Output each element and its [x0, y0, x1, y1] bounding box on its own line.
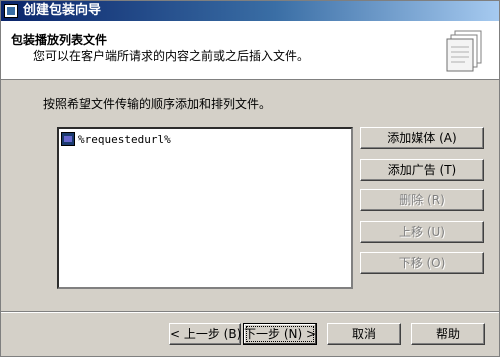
- file-list[interactable]: %requestedurl%: [57, 127, 353, 289]
- move-down-button[interactable]: 下移 (O): [360, 252, 484, 274]
- page-title: 包装播放列表文件: [11, 33, 108, 47]
- move-up-button[interactable]: 上移 (U): [360, 221, 484, 243]
- delete-button[interactable]: 删除 (R): [360, 189, 484, 211]
- title-bar[interactable]: 创建包装向导: [1, 1, 499, 21]
- window-title: 创建包装向导: [23, 3, 102, 18]
- documents-stack-icon: [446, 30, 482, 72]
- cancel-button[interactable]: 取消: [327, 323, 401, 345]
- next-button[interactable]: 下一步 (N) >: [243, 323, 317, 345]
- wizard-window-icon: [4, 4, 18, 18]
- help-button[interactable]: 帮助: [411, 323, 485, 345]
- media-file-icon: [61, 132, 75, 146]
- footer-divider: [1, 311, 499, 313]
- wizard-window: 创建包装向导 包装播放列表文件 您可以在客户端所请求的内容之前或之后插入文件。 …: [0, 0, 500, 357]
- add-ad-button[interactable]: 添加广告 (T): [360, 159, 484, 181]
- list-item[interactable]: %requestedurl%: [61, 131, 171, 147]
- add-media-button[interactable]: 添加媒体 (A): [360, 127, 484, 149]
- list-item-label: %requestedurl%: [78, 132, 171, 146]
- wizard-header: 包装播放列表文件 您可以在客户端所请求的内容之前或之后插入文件。: [1, 21, 499, 80]
- instruction-text: 按照希望文件传输的顺序添加和排列文件。: [43, 97, 272, 111]
- page-subtitle: 您可以在客户端所请求的内容之前或之后插入文件。: [33, 49, 310, 63]
- back-button[interactable]: < 上一步 (B): [169, 323, 241, 345]
